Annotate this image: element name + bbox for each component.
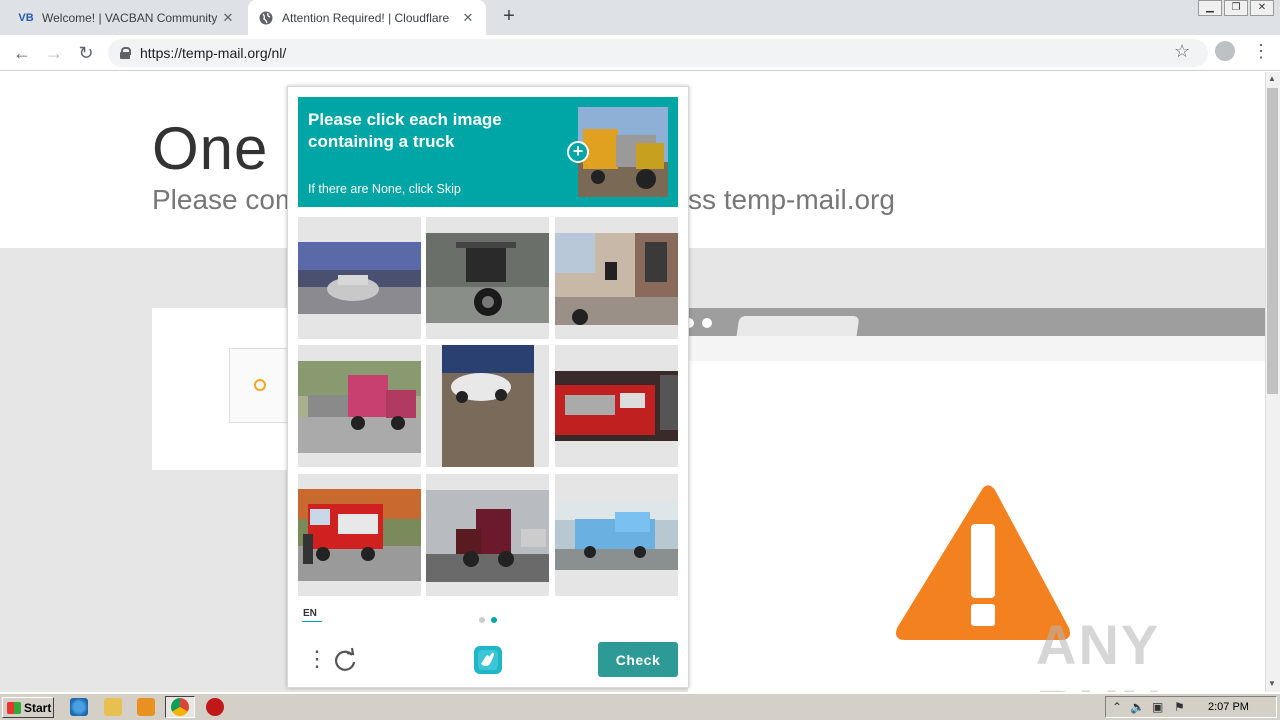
lock-icon (120, 47, 131, 59)
hcaptcha-challenge: Please click each image containing a tru… (287, 86, 689, 688)
chrome-icon[interactable] (171, 698, 189, 716)
close-icon[interactable]: ✕ (220, 10, 236, 26)
internet-explorer-icon[interactable] (70, 698, 88, 716)
tab-strip: VB Welcome! | VACBAN Community ✕ Attenti… (0, 0, 1280, 35)
refresh-icon[interactable] (332, 647, 358, 673)
back-arrow-icon[interactable]: ← (10, 41, 34, 65)
start-label: Start (24, 700, 52, 715)
profile-avatar-icon[interactable] (1215, 41, 1235, 61)
challenge-tile-6[interactable] (555, 345, 678, 467)
challenge-prompt-text: Please click each image containing a tru… (308, 110, 502, 151)
tab-title: Welcome! | VACBAN Community (42, 10, 218, 25)
language-selector[interactable]: EN (303, 608, 317, 619)
network-icon[interactable]: ▣ (1152, 700, 1163, 714)
fire-truck-engine-image (555, 371, 678, 441)
expand-example-plus-icon[interactable]: + (567, 141, 589, 163)
tab-cloudflare[interactable]: Attention Required! | Cloudflare ✕ (248, 0, 486, 35)
challenge-tile-4[interactable] (298, 345, 421, 467)
challenge-prompt-banner: Please click each image containing a tru… (298, 97, 678, 207)
blue-truck-image (555, 500, 678, 570)
hcaptcha-logo-icon[interactable] (472, 644, 504, 676)
car-show-image (298, 242, 421, 314)
page-dot-1 (479, 617, 485, 623)
example-image[interactable] (578, 107, 668, 197)
new-tab-plus-icon[interactable]: + (498, 6, 520, 28)
globe-icon (258, 10, 274, 26)
tab-vacban[interactable]: VB Welcome! | VACBAN Community ✕ (8, 0, 246, 35)
page-dot-2 (491, 617, 497, 623)
vacban-favicon-icon: VB (18, 11, 34, 24)
close-icon[interactable]: ✕ (460, 10, 476, 26)
browser-toolbar: ← → ↻ https://temp-mail.org/nl/ ☆ (0, 35, 1280, 71)
hcaptcha-checkbox[interactable] (229, 348, 289, 423)
tab-title: Attention Required! | Cloudflare (282, 10, 450, 25)
loading-spinner-icon (254, 379, 266, 391)
minimize-icon[interactable]: ▁ (1198, 0, 1222, 16)
action-center-flag-icon[interactable]: ⚑ (1174, 700, 1185, 714)
address-bar[interactable]: https://temp-mail.org/nl/ (108, 39, 1208, 67)
scrollbar-thumb[interactable] (1267, 88, 1278, 394)
url-text: https://temp-mail.org/nl/ (140, 45, 287, 61)
clock: 2:07 PM (1208, 701, 1249, 713)
check-button[interactable]: Check (598, 642, 678, 677)
reload-icon[interactable]: ↻ (74, 41, 98, 65)
start-button[interactable]: Start (2, 697, 54, 718)
browser-menu-icon[interactable]: ⋮ (1252, 41, 1270, 61)
bookmark-star-icon[interactable]: ☆ (1174, 41, 1190, 62)
window-close-icon[interactable]: ✕ (1250, 0, 1274, 16)
alley-motorcycle-image (555, 233, 678, 325)
red-fire-truck-image (298, 489, 421, 581)
opera-icon[interactable] (206, 698, 224, 716)
illustration-dot (702, 318, 712, 328)
taskbar: Start ⌃ 🔈 ▣ ⚑ 2:07 PM (0, 693, 1280, 720)
challenge-tile-7[interactable] (298, 474, 421, 596)
challenge-hint-text: If there are None, click Skip (308, 182, 461, 196)
convertible-car-image (442, 345, 534, 467)
media-player-icon[interactable] (137, 698, 155, 716)
challenge-tile-9[interactable] (555, 474, 678, 596)
windows-flag-icon (7, 701, 21, 714)
dark-red-semi-truck-image (426, 490, 549, 582)
restore-icon[interactable]: ❐ (1224, 0, 1248, 16)
challenge-tile-2[interactable] (426, 217, 549, 339)
anyrun-watermark: ANY RUN (1036, 613, 1161, 692)
page-subtitle: Please com (152, 184, 299, 215)
page-subtitle-tail: ss temp-mail.org (688, 184, 895, 215)
challenge-tile-3[interactable] (555, 217, 678, 339)
pink-semi-truck-image (298, 361, 421, 453)
scroll-down-icon[interactable]: ▼ (1268, 679, 1276, 688)
language-underline (302, 621, 322, 622)
scroll-up-icon[interactable]: ▲ (1268, 74, 1276, 83)
window-controls: ▁ ❐ ✕ (1196, 0, 1274, 16)
illustration-browser-body (688, 336, 1265, 361)
forward-arrow-icon[interactable]: → (42, 41, 66, 65)
system-tray: ⌃ 🔈 ▣ ⚑ (1105, 696, 1277, 718)
challenge-tile-5[interactable] (426, 345, 549, 467)
challenge-tile-8[interactable] (426, 474, 549, 596)
challenge-tile-1[interactable] (298, 217, 421, 339)
volume-icon[interactable]: 🔈 (1130, 700, 1145, 714)
motorcycle-image (426, 233, 549, 323)
folder-icon[interactable] (104, 698, 122, 716)
more-options-icon[interactable]: ⋮ (306, 647, 328, 671)
tray-expand-icon[interactable]: ⌃ (1112, 700, 1122, 714)
illustration-tab (736, 316, 860, 336)
